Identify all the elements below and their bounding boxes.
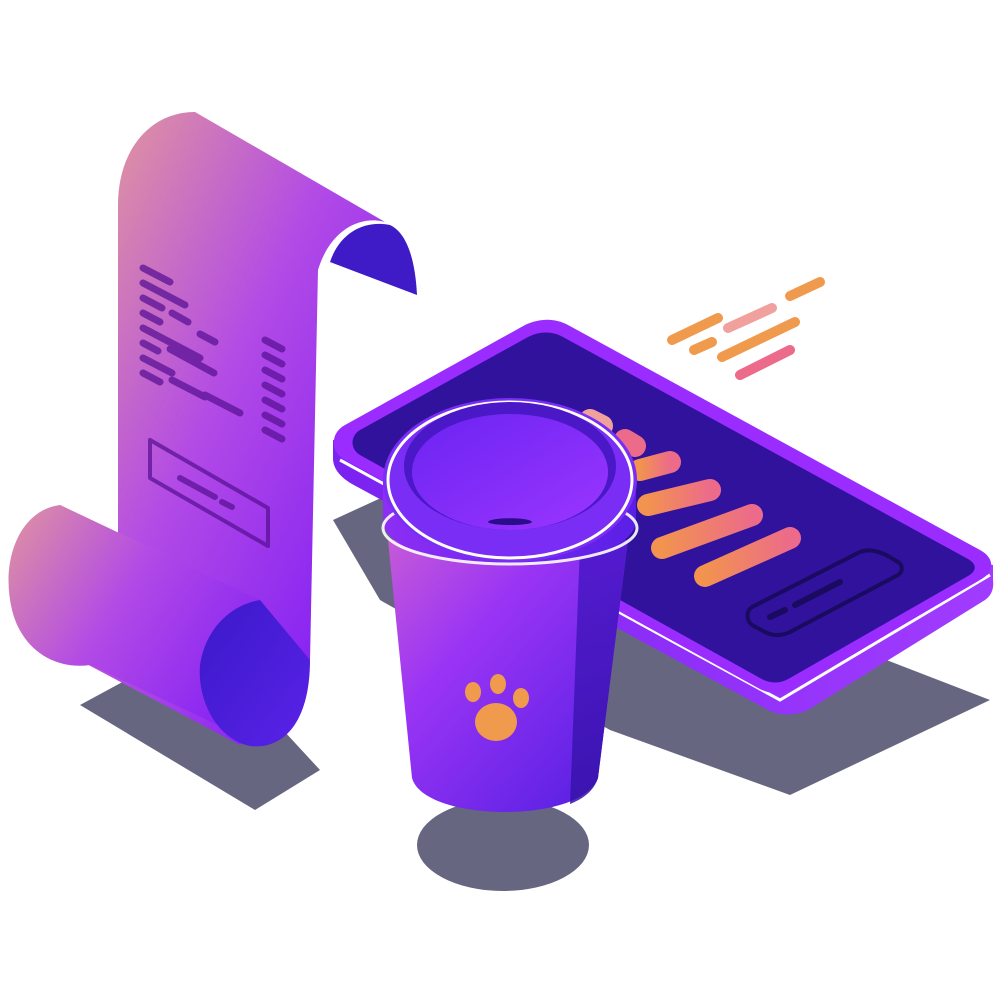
- isometric-payment-illustration: [8, 112, 994, 891]
- motion-lines: [667, 277, 825, 380]
- cup-lid-inner: [412, 414, 608, 530]
- coffee-cup: [381, 398, 639, 812]
- receipt-top-curl-back: [330, 223, 417, 295]
- illustration-stage: [0, 0, 1000, 1000]
- cup-shadow: [417, 799, 589, 891]
